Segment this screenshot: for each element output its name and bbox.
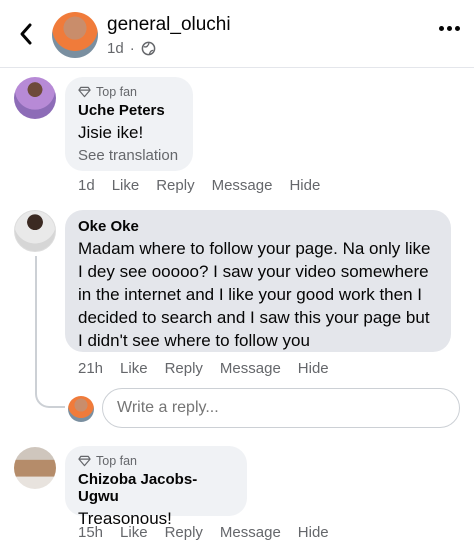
commenter-avatar[interactable]: [14, 210, 56, 252]
post-age: 1d: [107, 40, 124, 57]
back-button[interactable]: [12, 20, 40, 48]
top-fan-badge: Top fan: [78, 454, 234, 468]
reply-button[interactable]: Reply: [165, 360, 203, 377]
thread-connector: [35, 256, 65, 408]
more-dot-icon: [455, 26, 460, 31]
message-button[interactable]: Message: [220, 360, 281, 377]
owner-name[interactable]: general_oluchi: [107, 14, 231, 36]
message-button[interactable]: Message: [212, 177, 273, 194]
like-button[interactable]: Like: [120, 524, 148, 541]
chevron-left-icon: [20, 23, 32, 45]
hide-button[interactable]: Hide: [298, 524, 329, 541]
top-fan-badge: Top fan: [78, 85, 180, 99]
reply-input[interactable]: [102, 388, 460, 428]
commenter-avatar[interactable]: [14, 447, 56, 489]
comment-time: 21h: [78, 360, 104, 377]
dot-separator: ·: [129, 40, 135, 57]
reply-button[interactable]: Reply: [165, 524, 203, 541]
like-button[interactable]: Like: [120, 360, 148, 377]
globe-icon: [141, 41, 156, 56]
comment-author[interactable]: Uche Peters: [78, 102, 180, 119]
see-translation-link[interactable]: See translation: [78, 147, 180, 164]
badge-label: Top fan: [96, 454, 138, 468]
comment-bubble: Top fan Chizoba Jacobs-Ugwu Treasonous!: [65, 446, 247, 528]
comment-text: Madam where to follow your page. Na only…: [78, 239, 431, 350]
comment-author[interactable]: Chizoba Jacobs-Ugwu: [78, 471, 234, 505]
reply-button[interactable]: Reply: [156, 177, 194, 194]
message-button[interactable]: Message: [220, 524, 281, 541]
comment-actions: 1d Like Reply Message Hide: [78, 177, 337, 194]
more-options-button[interactable]: [439, 26, 460, 31]
hide-button[interactable]: Hide: [289, 177, 320, 194]
commenter-avatar[interactable]: [14, 77, 56, 119]
post-meta: 1d ·: [107, 40, 156, 57]
more-dot-icon: [447, 26, 452, 31]
current-user-avatar: [68, 396, 94, 422]
post-header: general_oluchi 1d ·: [0, 0, 474, 68]
diamond-icon: [78, 86, 91, 98]
comment-time: 15h: [78, 524, 104, 541]
comment-author[interactable]: Oke Oke: [78, 218, 438, 235]
badge-label: Top fan: [96, 85, 138, 99]
comment-bubble: Oke Oke Madam where to follow your page.…: [65, 210, 451, 352]
comment-bubble: Top fan Uche Peters Jisie ike! See trans…: [65, 77, 193, 171]
comment-time: 1d: [78, 177, 95, 194]
comment-actions: 21h Like Reply Message Hide: [78, 360, 346, 377]
comment-text: Jisie ike!: [78, 123, 144, 142]
owner-avatar[interactable]: [52, 12, 98, 58]
hide-button[interactable]: Hide: [298, 360, 329, 377]
like-button[interactable]: Like: [112, 177, 140, 194]
comment-actions: 15h Like Reply Message Hide: [78, 524, 346, 541]
more-dot-icon: [439, 26, 444, 31]
diamond-icon: [78, 455, 91, 467]
